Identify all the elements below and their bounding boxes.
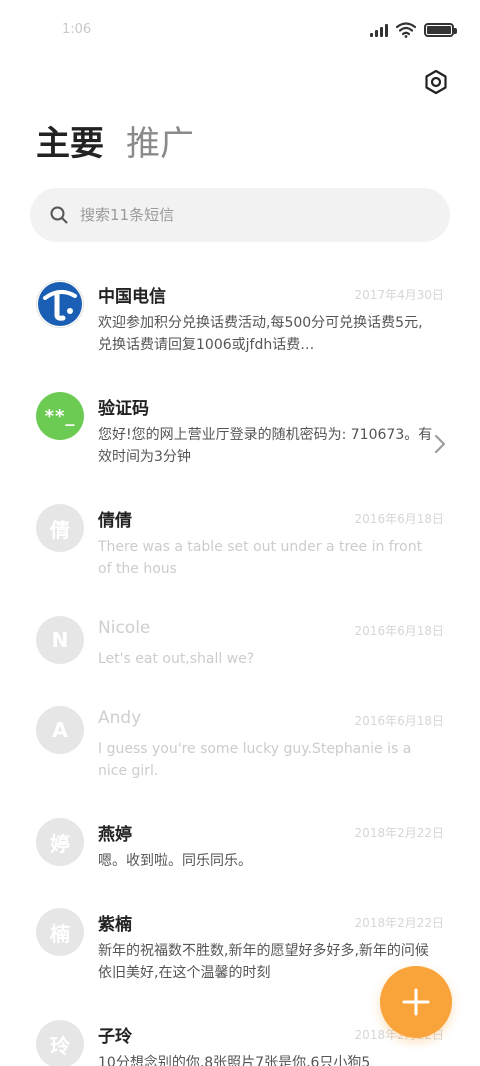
status-icons (370, 22, 457, 38)
message-date: 2016年6月18日 (354, 624, 444, 638)
message-date: 2018年2月22日 (354, 916, 444, 930)
avatar: 婷 (36, 818, 84, 866)
sender-name: Andy (98, 708, 142, 728)
tab-bar: 主要 推广 (36, 116, 194, 165)
sender-name: 倩倩 (98, 511, 132, 531)
status-time: 1:06 (62, 22, 92, 37)
search-input[interactable] (80, 206, 380, 224)
avatar: 倩 (36, 504, 84, 552)
message-row-yanting[interactable]: 婷 燕婷 2018年2月22日 嗯。收到啦。同乐同乐。 (0, 804, 480, 904)
search-bar[interactable] (30, 188, 450, 242)
new-message-button[interactable] (380, 966, 452, 1038)
sender-name: 燕婷 (98, 825, 132, 845)
message-date: 2016年6月18日 (354, 512, 444, 526)
china-telecom-logo (36, 280, 84, 328)
sender-name: 验证码 (98, 399, 149, 419)
sender-name: 子玲 (98, 1027, 132, 1047)
avatar: 楠 (36, 908, 84, 956)
verification-code-avatar: **_ (36, 392, 84, 440)
tab-main[interactable]: 主要 (36, 116, 104, 165)
status-bar: 1:06 (0, 0, 480, 62)
message-preview: I guess you're some lucky guy.Stephanie … (98, 741, 412, 779)
message-date: 2018年2月22日 (354, 826, 444, 840)
sender-name: Nicole (98, 618, 151, 638)
message-preview: 您好!您的网上营业厅登录的随机密码为: 710673。有效时间为3分钟 (98, 427, 433, 465)
message-row-china-telecom[interactable]: 中国电信 2017年4月30日 欢迎参加积分兑换话费活动,每500分可兑换话费5… (0, 266, 480, 366)
message-row-nicole[interactable]: N Nicole 2016年6月18日 Let's eat out,shall … (0, 602, 480, 702)
battery-icon (424, 23, 457, 37)
settings-button[interactable] (420, 66, 452, 98)
message-preview: 欢迎参加积分兑换话费活动,每500分可兑换话费5元,兑换话费请回复1006或jf… (98, 315, 423, 353)
search-icon (50, 206, 68, 224)
wifi-icon (396, 22, 416, 38)
message-preview: 嗯。收到啦。同乐同乐。 (98, 853, 252, 869)
message-preview: 新年的祝福数不胜数,新年的愿望好多好多,新年的问候依旧美好,在这个温馨的时刻 (98, 943, 429, 981)
message-row-qianqian[interactable]: 倩 倩倩 2016年6月18日 There was a table set ou… (0, 490, 480, 590)
signal-icon (370, 23, 388, 37)
message-date: 2016年6月18日 (354, 714, 444, 728)
message-date: 2017年4月30日 (354, 288, 444, 302)
message-preview: 10分想念别的你,8张照片7张是你,6只小狗5 (98, 1055, 371, 1066)
plus-icon (402, 988, 430, 1016)
chevron-right-icon[interactable] (434, 434, 446, 454)
avatar: 玲 (36, 1020, 84, 1066)
avatar: A (36, 706, 84, 754)
message-preview: Let's eat out,shall we? (98, 651, 255, 667)
gear-icon (425, 69, 447, 95)
message-row-verification-code[interactable]: **_ 验证码 您好!您的网上营业厅登录的随机密码为: 710673。有效时间为… (0, 378, 480, 478)
tab-promotion[interactable]: 推广 (126, 116, 194, 165)
sender-name: 紫楠 (98, 915, 132, 935)
sender-name: 中国电信 (98, 287, 166, 307)
avatar: N (36, 616, 84, 664)
message-preview: There was a table set out under a tree i… (98, 539, 423, 577)
message-row-andy[interactable]: A Andy 2016年6月18日 I guess you're some lu… (0, 692, 480, 792)
